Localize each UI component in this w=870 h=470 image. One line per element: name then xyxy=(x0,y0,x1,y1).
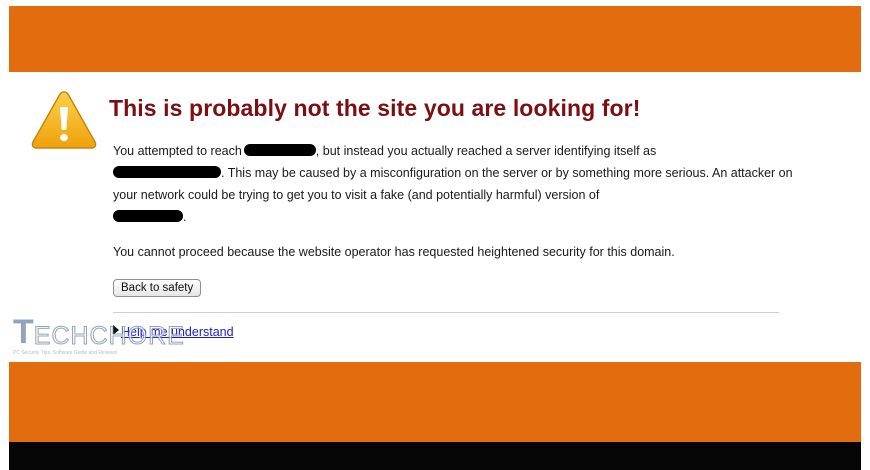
watermark-logo-first: T xyxy=(13,313,34,351)
security-notice: You cannot proceed because the website o… xyxy=(113,245,675,259)
page-title: This is probably not the site you are lo… xyxy=(109,95,641,121)
redacted-domain xyxy=(243,144,316,156)
frame-right xyxy=(861,0,870,470)
techchore-watermark: T ECHCHORE PC Security Tips, Software Gui… xyxy=(13,315,185,356)
top-orange-band xyxy=(9,6,861,73)
frame-left xyxy=(0,0,9,470)
warning-triangle-icon xyxy=(31,91,97,149)
watermark-tagline: PC Security Tips, Software Guide and Rev… xyxy=(13,350,118,356)
explanation-paragraph: You attempted to reach , but instead you … xyxy=(113,140,793,228)
watermark-logo: T ECHCHORE xyxy=(13,315,185,349)
explanation-text-4: . xyxy=(183,210,187,224)
bottom-black-bar xyxy=(9,442,861,470)
divider xyxy=(113,312,779,313)
error-page-content: This is probably not the site you are lo… xyxy=(9,72,861,362)
watermark-logo-rest: ECHCHORE xyxy=(33,322,185,350)
redacted-domain xyxy=(113,210,183,222)
back-to-safety-button[interactable]: Back to safety xyxy=(113,279,202,297)
explanation-text-2: , but instead you actually reached a ser… xyxy=(315,144,657,158)
bottom-orange-band xyxy=(9,362,861,442)
redacted-server-name xyxy=(113,166,221,178)
explanation-text-1: You attempted to reach xyxy=(113,144,242,158)
